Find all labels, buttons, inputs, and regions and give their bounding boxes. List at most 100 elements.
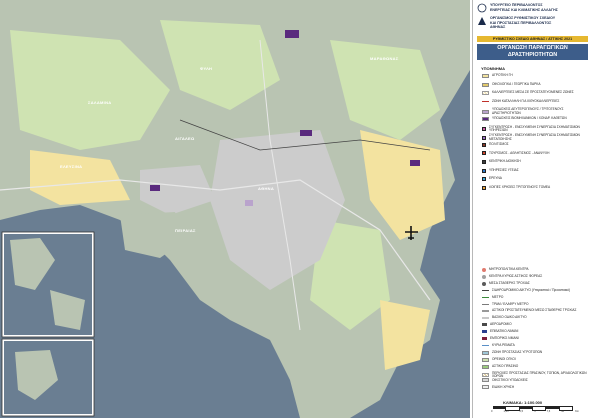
legend-item: ΛΟΙΠΕΣ ΧΡΗΣΕΙΣ ΤΡΙΤΟΓΕΝΟΥΣ ΤΟΜΕΑ: [482, 185, 590, 190]
legend-swatch: [482, 310, 489, 312]
map-canvas[interactable]: ΣΑΛΑΜΙΝΑ ΠΕΙΡΑΙΑΣ ΑΘΗΝΑ ΕΛΕΥΣΙΝΑ ΦΥΛΗ ΑΙ…: [0, 0, 470, 418]
legend-item: ΣΥΓΚΕΝΤΡΩΣΗ - ΕΝΙΣΧΥΜΕΝΗ ΣΥΝΕΡΓΑΣΙΑ ΣΧΗΜ…: [482, 124, 590, 133]
legend-item: ΤΡΑΜ / ΕΛΑΦΡΥ ΜΕΤΡΟ: [482, 301, 590, 307]
legend-item: ΑΣΤΙΚΟΙ ΠΡΟΣΤΑΤΕΥΜΕΝΟΙ ΜΕΣΩ ΣΤΑΘΕΡΗΣ ΤΡΟ…: [482, 309, 590, 313]
legend-label: ΛΟΙΠΕΣ ΧΡΗΣΕΙΣ ΤΡΙΤΟΓΕΝΟΥΣ ΤΟΜΕΑ: [489, 185, 551, 189]
org-line: ΟΡΓΑΝΙΣΜΟΣ ΡΥΘΜΙΣΤΙΚΟΥ ΣΧΕΔΙΟΥ: [490, 16, 556, 20]
legend-swatch: [482, 74, 489, 78]
map-title: ΟΡΓΑΝΩΣΗ ΠΑΡΑΓΩΓΙΚΩΝ ΔΡΑΣΤΗΡΙΟΤΗΤΩΝ: [477, 44, 588, 60]
legend-swatch: [482, 109, 489, 114]
legend-item: ΤΟΥΡΙΣΜΟΣ - ΑΘΛΗΤΙΣΜΟΣ - ΑΝΑΨΥΧΗ: [482, 150, 590, 156]
legend-label: ΟΙΚΟΛΟΓΙΚΑ / ΓΕΩΡΓΙΚΑ ΠΑΡΚΑ: [492, 81, 541, 86]
legend-item: ΟΡΕΙΝΟΙ ΟΓΚΟΙ: [482, 356, 590, 362]
legend-item: ΖΩΝΗ ΚΑΤΑΛΛΗΛΗ ΓΙΑ ΙΧΘΥΟΚΑΛΛΙΕΡΓΕΙΕΣ: [482, 98, 590, 104]
legend-swatch: [482, 185, 486, 190]
legend-item: ΑΓΡΟΤΙΚΗ ΓΗ: [482, 74, 590, 78]
legend-item: ΠΟΛΙΤΙΣΜΟΣ: [482, 142, 590, 147]
scale-tick: 5: [534, 410, 536, 413]
place-label: ΣΑΛΑΜΙΝΑ: [88, 100, 111, 105]
legend-swatch: [482, 317, 489, 319]
scale-label: ΚΛΙΜΑΚΑ: 1:100.000: [503, 400, 543, 405]
legend-item: ΜΕΤΡΟ: [482, 294, 590, 300]
legend-item: ΖΩΝΗ ΠΡΟΣΤΑΣΙΑΣ ΥΓΡΟΤΟΠΩΝ: [482, 350, 590, 355]
legend-label: ΟΡΕΙΝΟΙ ΟΓΚΟΙ: [492, 356, 516, 361]
legend-item: ΜΕΣΑ ΣΤΑΘΕΡΗΣ ΤΡΟΧΙΑΣ: [482, 281, 590, 286]
place-label: ΜΑΡΑΘΩΝΑΣ: [370, 56, 399, 61]
org-line: ΑΘΗΝΑΣ: [490, 25, 506, 30]
emblem-icon: [477, 3, 487, 13]
legend-swatch: [482, 274, 486, 279]
legend-label: ΜΕΣΑ ΣΤΑΘΕΡΗΣ ΤΡΟΧΙΑΣ: [489, 281, 530, 285]
legend-label: ΑΓΡΟΤΙΚΗ ΓΗ: [492, 73, 513, 78]
legend-item: ΒΑΣΙΚΟ ΟΔΙΚΟ ΔΙΚΤΥΟ: [482, 316, 590, 320]
legend-label: ΑΣΤΙΚΟΙ ΠΡΟΣΤΑΤΕΥΜΕΝΟΙ ΜΕΣΩ ΣΤΑΘΕΡΗΣ ΤΡΟ…: [492, 308, 577, 313]
port-icon: [482, 330, 487, 334]
legend-swatch: [482, 151, 486, 156]
legend-heading: ΥΠΟΜΝΗΜΑ: [481, 66, 505, 71]
legend-label: ΕΠΙΒΑΤΙΚΟ ΛΙΜΑΝΙ: [490, 329, 519, 334]
legend-label: ΤΡΑΜ / ΕΛΑΦΡΥ ΜΕΤΡΟ: [492, 301, 529, 306]
plan-title: ΡΥΘΜΙΣΤΙΚΟ ΣΧΕΔΙΟ ΑΘΗΝΑΣ / ΑΤΤΙΚΗΣ 2021: [477, 36, 588, 42]
legend-item: ΚΑΛΛΙΕΡΓΕΙΕΣ ΜΕΣΑ ΣΕ ΠΡΟΣΤΑΤΕΥΟΜΕΝΕΣ ΖΩΝ…: [482, 91, 590, 96]
industry-patch: [300, 130, 312, 136]
scale-tick: Km: [575, 410, 579, 413]
ministry-header: ΥΠΟΥΡΓΕΙΟ ΠΕΡΙΒΑΛΛΟΝΤΟΣ ΕΝΕΡΓΕΙΑΣ ΚΑΙ ΚΛ…: [477, 3, 589, 13]
legend-label: ΑΣΤΙΚΟ ΠΡΑΣΙΝΟ: [492, 363, 519, 368]
scale-tick: 1,25: [503, 410, 509, 413]
place-label: ΕΛΕΥΣΙΝΑ: [60, 164, 82, 169]
legend-item: ΟΙΚΟΛΟΓΙΚΑ / ΓΕΩΡΓΙΚΑ ΠΑΡΚΑ: [482, 81, 590, 87]
legend-label: ΕΙΔΙΚΗ ΧΡΗΣΗ: [492, 384, 515, 389]
legend-label: ΖΩΝΗ ΚΑΤΑΛΛΗΛΗ ΓΙΑ ΙΧΘΥΟΚΑΛΛΙΕΡΓΕΙΕΣ: [492, 98, 560, 103]
legend-item: ΚΕΝΤΡΑ ΚΥΡΙΩΣ ΑΣΤΙΚΟΣ ΦΟΡΕΑΣ: [482, 274, 590, 279]
place-label: ΑΘΗΝΑ: [258, 186, 274, 191]
legend-item: ΑΣΤΙΚΟ ΠΡΑΣΙΝΟ: [482, 363, 590, 369]
legend-swatch: [482, 168, 486, 173]
legend-label: ΖΩΝΗ ΠΡΟΣΤΑΣΙΑΣ ΥΓΡΟΤΟΠΩΝ: [492, 350, 543, 354]
legend-item: ΚΥΡΙΑ ΡΕΜΑΤΑ: [482, 342, 590, 348]
place-label: ΠΕΙΡΑΙΑΣ: [175, 228, 196, 233]
industry-patch: [410, 160, 420, 166]
scale-tick: 10: [561, 410, 565, 413]
org-logo-icon: [478, 17, 486, 25]
scale-tick: 2,5: [519, 410, 524, 413]
legend-item: ΕΙΔΙΚΗ ΧΡΗΣΗ: [482, 384, 590, 390]
legend-swatch: [482, 91, 489, 96]
legend-label: ΟΙΚΙΣΤΙΚΟΙ ΥΠΟΔΟΧΕΙΣ: [492, 377, 528, 382]
legend-swatch: [482, 135, 486, 140]
legend-item: ΥΠΟΔΟΧΕΙΣ ΔΕΥΤΕΡΟΓΕΝΟΥΣ / ΤΡΙΤΟΓΕΝΟΥΣ ΔΡ…: [482, 108, 590, 115]
legend-label: ΕΜΠΟΡΙΚΟ ΛΙΜΑΝΙ: [490, 336, 519, 340]
legend-panel: ΥΠΟΥΡΓΕΙΟ ΠΕΡΙΒΑΛΛΟΝΤΟΣ ΕΝΕΡΓΕΙΑΣ ΚΑΙ ΚΛ…: [472, 0, 591, 418]
legend-label: ΣΥΓΚΕΝΤΡΩΣΗ - ΕΝΙΣΧΥΜΕΝΗ ΣΥΝΕΡΓΑΣΙΑ ΣΧΗΜ…: [489, 133, 580, 141]
scale-ticks: 0 1,25 2,5 5 7,5 10 Km: [491, 410, 579, 413]
place-label: ΦΥΛΗ: [200, 66, 212, 71]
legend-swatch: [482, 289, 489, 292]
legend-label: ΚΥΡΙΑ ΡΕΜΑΤΑ: [492, 342, 515, 347]
legend-label: ΤΟΥΡΙΣΜΟΣ - ΑΘΛΗΤΙΣΜΟΣ - ΑΝΑΨΥΧΗ: [489, 150, 550, 155]
legend-label: ΜΕΤΡΟ: [492, 294, 504, 299]
org-header: ΟΡΓΑΝΙΣΜΟΣ ΡΥΘΜΙΣΤΙΚΟΥ ΣΧΕΔΙΟΥ ΚΑΙ ΠΡΟΣΤ…: [477, 16, 589, 30]
legend-label: ΣΥΓΚΕΝΤΡΩΣΗ - ΕΝΙΣΧΥΜΕΝΗ ΣΥΝΕΡΓΑΣΙΑ ΣΧΗΜ…: [489, 124, 580, 133]
legend-item: ΟΙΚΙΣΤΙΚΟΙ ΥΠΟΔΟΧΕΙΣ: [482, 377, 590, 383]
industry-patch: [150, 185, 160, 191]
legend-item: ΕΡΕΥΝΑ: [482, 177, 590, 182]
legend-swatch: [482, 378, 489, 383]
legend-swatch: [482, 177, 486, 182]
legend-item: ΥΠΟΔΟΧΕΙΣ ΒΙΟΜΗΧΑΝΙΚΩΝ / ΧΟΝΔΡ. ΚΑΘΕΤΩΝ: [482, 117, 590, 121]
place-label: ΑΙΓΑΛΕΩ: [175, 136, 195, 141]
legend-label: ΣΙΔΗΡΟΔΡΟΜΙΚΟ ΔΙΚΤΥΟ (Υπεραστικό / Προασ…: [492, 287, 570, 292]
legend-label: ΑΕΡΟΔΡΟΜΙΟ: [490, 322, 512, 327]
legend-swatch: [482, 303, 489, 305]
legend-swatch: [482, 364, 489, 369]
legend-item: ΜΗΤΡΟΠΟΛΙΤΙΚΑ ΚΕΝΤΡΑ: [482, 268, 590, 272]
legend-label: ΚΕΝΤΡΙΚΗ ΔΙΟΙΚΗΣΗ: [489, 159, 521, 164]
legend-item: ΣΙΔΗΡΟΔΡΟΜΙΚΟ ΔΙΚΤΥΟ (Υπεραστικό / Προασ…: [482, 287, 590, 293]
legend-swatch: [482, 350, 489, 355]
legend-label: ΥΠΗΡΕΣΙΕΣ ΥΓΕΙΑΣ: [489, 167, 519, 172]
legend-label: ΜΗΤΡΟΠΟΛΙΤΙΚΑ ΚΕΝΤΡΑ: [489, 267, 529, 272]
legend-label: ΥΠΟΔΟΧΕΙΣ ΒΙΟΜΗΧΑΝΙΚΩΝ / ΧΟΝΔΡ. ΚΑΘΕΤΩΝ: [492, 116, 567, 121]
ministry-line: ΕΝΕΡΓΕΙΑΣ ΚΑΙ ΚΛΙΜΑΤΙΚΗΣ ΑΛΛΑΓΗΣ: [490, 7, 558, 12]
legend-item: ΕΠΙΒΑΤΙΚΟ ΛΙΜΑΝΙ: [482, 329, 590, 334]
legend-swatch: [482, 268, 486, 272]
legend-swatch: [482, 281, 486, 286]
scale-bar: [493, 406, 573, 411]
